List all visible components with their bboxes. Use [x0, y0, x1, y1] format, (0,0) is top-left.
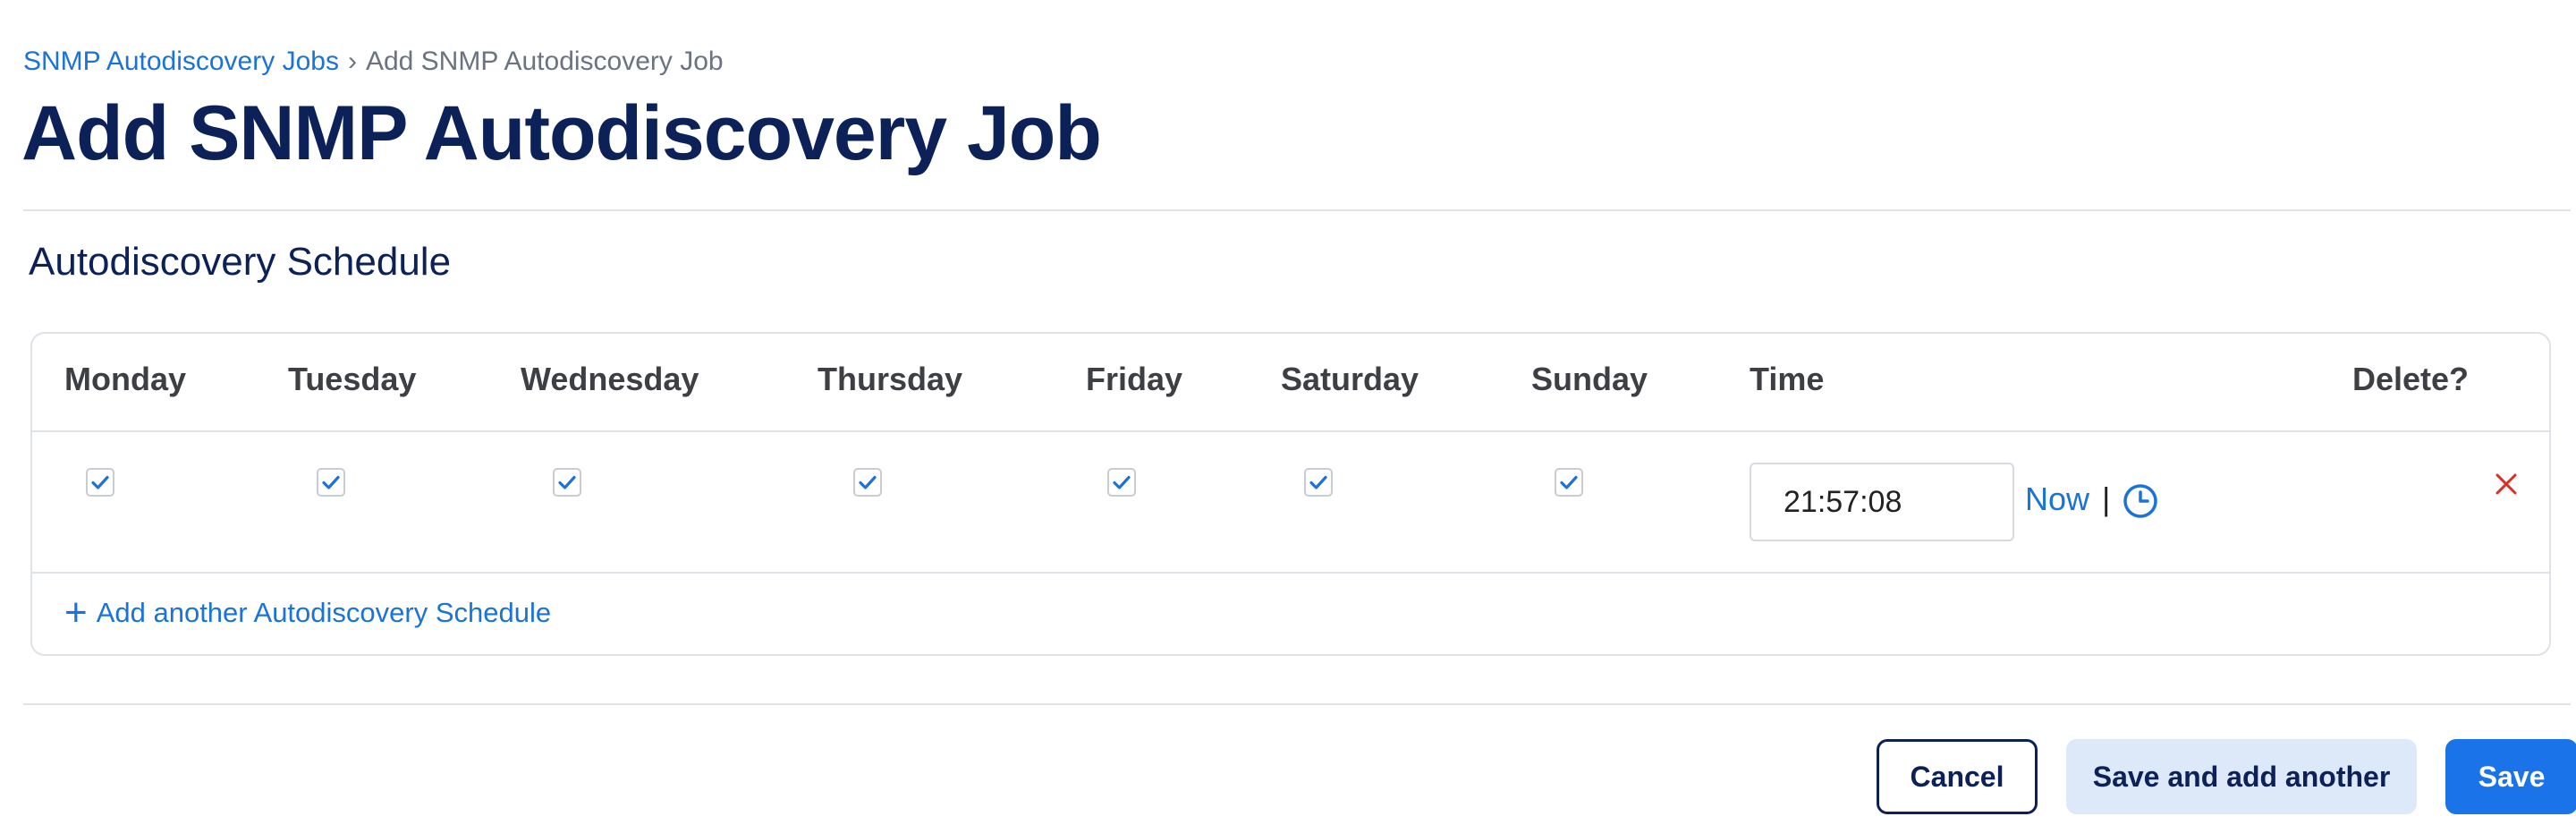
checkmark-icon — [322, 475, 340, 489]
monday-checkbox[interactable] — [86, 468, 114, 497]
page-title: Add SNMP Autodiscovery Job — [21, 90, 1102, 176]
section-title: Autodiscovery Schedule — [29, 240, 452, 284]
plus-icon: + — [64, 591, 88, 634]
breadcrumb: SNMP Autodiscovery Jobs › Add SNMP Autodis… — [23, 47, 724, 77]
table-row: Now | — [32, 430, 2549, 574]
header-delete: Delete? — [2352, 361, 2470, 397]
wednesday-checkbox[interactable] — [553, 468, 581, 497]
now-link[interactable]: Now — [2025, 481, 2089, 518]
sunday-checkbox[interactable] — [1555, 468, 1583, 497]
checkmark-icon — [91, 475, 109, 489]
tuesday-checkbox[interactable] — [317, 468, 345, 497]
add-schedule-link[interactable]: + Add another Autodiscovery Schedule — [64, 591, 552, 634]
thursday-checkbox[interactable] — [853, 468, 882, 497]
checkmark-icon — [1560, 475, 1578, 489]
cancel-button[interactable]: Cancel — [1877, 739, 2038, 814]
clock-icon[interactable] — [2122, 482, 2159, 520]
checkmark-icon — [1113, 475, 1131, 489]
checkmark-icon — [558, 475, 576, 489]
header-tuesday: Tuesday — [288, 361, 417, 397]
close-icon[interactable] — [2492, 470, 2521, 498]
header-thursday: Thursday — [818, 361, 963, 397]
friday-checkbox[interactable] — [1107, 468, 1136, 497]
breadcrumb-current: Add SNMP Autodiscovery Job — [365, 47, 724, 76]
save-button[interactable]: Save — [2445, 739, 2576, 814]
breadcrumb-separator: › — [347, 47, 357, 76]
checkmark-icon — [859, 475, 877, 489]
divider — [23, 209, 2571, 211]
header-friday: Friday — [1086, 361, 1183, 397]
divider — [23, 703, 2571, 705]
checkmark-icon — [1309, 475, 1327, 489]
saturday-checkbox[interactable] — [1304, 468, 1333, 497]
header-monday: Monday — [64, 361, 187, 397]
header-wednesday: Wednesday — [521, 361, 699, 397]
link-separator: | — [2102, 481, 2111, 517]
breadcrumb-parent-link[interactable]: SNMP Autodiscovery Jobs — [23, 47, 339, 76]
schedule-table: Monday Tuesday Wednesday Thursday Friday… — [30, 332, 2551, 656]
header-time: Time — [1750, 361, 1825, 397]
header-saturday: Saturday — [1281, 361, 1419, 397]
save-and-add-another-button[interactable]: Save and add another — [2066, 739, 2417, 814]
add-schedule-label: Add another Autodiscovery Schedule — [96, 597, 552, 628]
time-input[interactable] — [1750, 463, 2014, 541]
header-sunday: Sunday — [1531, 361, 1648, 397]
table-header-row: Monday Tuesday Wednesday Thursday Friday… — [32, 334, 2549, 432]
